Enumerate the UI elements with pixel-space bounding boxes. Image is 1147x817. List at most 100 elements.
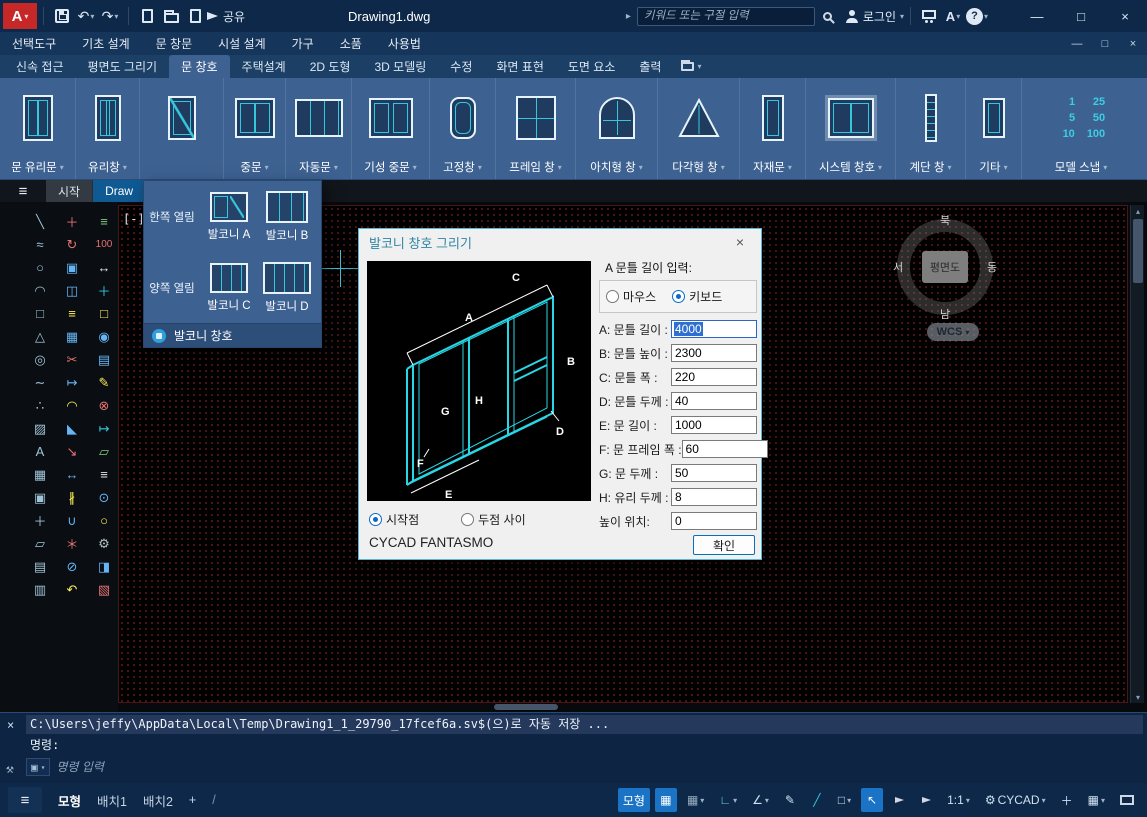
doc-minimize-button[interactable]: —: [1063, 32, 1091, 55]
annotation-scale-selector[interactable]: 1:1▾: [942, 788, 975, 812]
time-tool-icon[interactable]: ○: [90, 509, 118, 532]
polygon-tool-icon[interactable]: △: [26, 325, 54, 348]
plot-button[interactable]: [183, 4, 207, 28]
store-cart-button[interactable]: [917, 4, 941, 28]
cursor-pick-toggle[interactable]: ↖: [861, 788, 883, 812]
ribbon-item-glass-window[interactable]: 유리창▾: [76, 78, 140, 179]
scale-tool-icon[interactable]: ↘: [58, 440, 86, 463]
ribbon-tab-house-design[interactable]: 주택설계: [230, 55, 298, 78]
share-styles-button[interactable]: A▾: [941, 4, 965, 28]
dialog-titlebar[interactable]: 발코니 창호 그리기 ×: [359, 229, 761, 255]
frame-width-input[interactable]: [671, 368, 757, 386]
redo-button[interactable]: ↷▾: [98, 4, 122, 28]
ribbon-tab-modify[interactable]: 수정: [438, 55, 484, 78]
doc-restore-button[interactable]: □: [1091, 32, 1119, 55]
dropdown-item-balcony-b[interactable]: 발코니 B: [258, 191, 316, 243]
materials-tool-icon[interactable]: ▧: [90, 578, 118, 601]
close-command-icon[interactable]: ×: [7, 718, 14, 732]
minimize-button[interactable]: —: [1015, 0, 1059, 32]
ribbon-tab-drawing-elements[interactable]: 도면 요소: [556, 55, 628, 78]
frame-thickness-input[interactable]: [671, 392, 757, 410]
ribbon-tab-display[interactable]: 화면 표현: [484, 55, 556, 78]
explode-tool-icon[interactable]: ＊: [58, 532, 86, 555]
app-logo-button[interactable]: A▾: [3, 3, 37, 29]
selection-cycling-toggle[interactable]: □▾: [833, 788, 856, 812]
distance-tool-icon[interactable]: ↦: [90, 417, 118, 440]
ribbon-item-arch-window[interactable]: 아치형 창▾: [576, 78, 658, 179]
measure-tool-icon[interactable]: ＋: [26, 509, 54, 532]
model-space-toggle[interactable]: 모형: [618, 788, 650, 812]
radio-start-point[interactable]: 시작점: [369, 511, 419, 528]
annotation-visibility-button[interactable]: [888, 788, 910, 812]
ribbon-tab-3d-modeling[interactable]: 3D 모델링: [362, 55, 438, 78]
fillet-tool-icon[interactable]: ◠: [58, 394, 86, 417]
share-button[interactable]: 공유: [207, 4, 245, 28]
area-tool-icon[interactable]: ▱: [90, 440, 118, 463]
compass-west-label[interactable]: 서: [893, 259, 903, 275]
ribbon-item-frame-window[interactable]: 프레임 창▾: [496, 78, 576, 179]
menu-props[interactable]: 소품: [340, 35, 362, 52]
radio-mouse[interactable]: 마우스: [606, 288, 656, 305]
compass-east-label[interactable]: 동: [987, 259, 997, 275]
undo-button[interactable]: ↶▾: [74, 4, 98, 28]
maximize-button[interactable]: □: [1059, 0, 1103, 32]
dialog-close-button[interactable]: ×: [729, 234, 751, 250]
match-properties-tool-icon[interactable]: ✎: [90, 371, 118, 394]
purge-tool-icon[interactable]: ⊗: [90, 394, 118, 417]
ribbon-options-button[interactable]: ▾: [681, 55, 701, 78]
hatch-tool-icon[interactable]: ▨: [26, 417, 54, 440]
statusbar-menu-icon[interactable]: ≡: [8, 787, 42, 813]
chamfer-tool-icon[interactable]: ◣: [58, 417, 86, 440]
lineweight-toggle[interactable]: ╱: [806, 788, 828, 812]
compass-top-view[interactable]: 평면도: [922, 251, 968, 283]
view-compass[interactable]: 북 남 서 동 평면도: [897, 219, 993, 315]
zoom-100-tool-icon[interactable]: 100: [90, 233, 118, 256]
erase-tool-icon[interactable]: ⊘: [58, 555, 86, 578]
table-tool-icon[interactable]: ▦: [26, 463, 54, 486]
pan-tool-icon[interactable]: ↔: [90, 256, 118, 279]
ribbon-item-etc[interactable]: 기타▾: [966, 78, 1022, 179]
ribbon-tab-output[interactable]: 출력: [627, 55, 673, 78]
model-tab[interactable]: 모형: [58, 791, 81, 810]
ribbon-item-ready-middle-door[interactable]: 기성 중문▾: [352, 78, 430, 179]
ribbon-item-door-glass-door[interactable]: 문 유리문▾: [0, 78, 76, 179]
copy-tool-icon[interactable]: ▣: [58, 256, 86, 279]
extend-tool-icon[interactable]: ↦: [58, 371, 86, 394]
caret-right-icon[interactable]: ▸: [626, 11, 631, 22]
text-tool-icon[interactable]: A: [26, 440, 54, 463]
clean-screen-button[interactable]: [1115, 788, 1139, 812]
door-length-input[interactable]: [671, 416, 757, 434]
zoom-in-tool-icon[interactable]: ＋: [90, 279, 118, 302]
auto-scale-button[interactable]: [915, 788, 937, 812]
tab-drawing1[interactable]: Draw: [93, 180, 146, 202]
layers-tool-icon[interactable]: ≡: [90, 210, 118, 233]
wcs-button[interactable]: WCS▾: [927, 323, 979, 341]
dropdown-item-balcony-c[interactable]: 발코니 C: [200, 263, 258, 313]
hatch-solid-tool-icon[interactable]: ▤: [26, 555, 54, 578]
frame-length-input[interactable]: 4000: [671, 320, 757, 338]
hamburger-menu-icon[interactable]: ≡: [0, 180, 46, 202]
properties-tool-icon[interactable]: ▤: [90, 348, 118, 371]
annotation-toggle[interactable]: ✎: [779, 788, 801, 812]
undo-tool-tool-icon[interactable]: ↶: [58, 578, 86, 601]
scroll-up-icon[interactable]: ▴: [1131, 205, 1145, 217]
ribbon-item-auto-door[interactable]: 자동문▾: [286, 78, 352, 179]
block-tool-icon[interactable]: ▣: [26, 486, 54, 509]
compass-north-label[interactable]: 북: [940, 212, 950, 228]
close-button[interactable]: ×: [1103, 0, 1147, 32]
menu-basic-design[interactable]: 기초 설계: [82, 35, 130, 52]
snap-mode-toggle[interactable]: ▦▾: [682, 788, 709, 812]
model-snap-values[interactable]: 125 550 10100: [1057, 95, 1105, 142]
isolate-objects-button[interactable]: ▦▾: [1083, 788, 1110, 812]
workspace-switcher[interactable]: ⚙CYCAD▾: [980, 788, 1051, 812]
point-tool-icon[interactable]: ∴: [26, 394, 54, 417]
arc-tool-icon[interactable]: ◠: [26, 279, 54, 302]
new-file-button[interactable]: [135, 4, 159, 28]
group-tool-icon[interactable]: ▥: [26, 578, 54, 601]
settings-tool-icon[interactable]: ⚙: [90, 532, 118, 555]
spline-tool-icon[interactable]: ∼: [26, 371, 54, 394]
view-tool-icon[interactable]: ◉: [90, 325, 118, 348]
move-tool-icon[interactable]: ＋: [58, 210, 86, 233]
command-input[interactable]: [56, 760, 356, 774]
radio-two-points[interactable]: 두점 사이: [461, 511, 526, 528]
